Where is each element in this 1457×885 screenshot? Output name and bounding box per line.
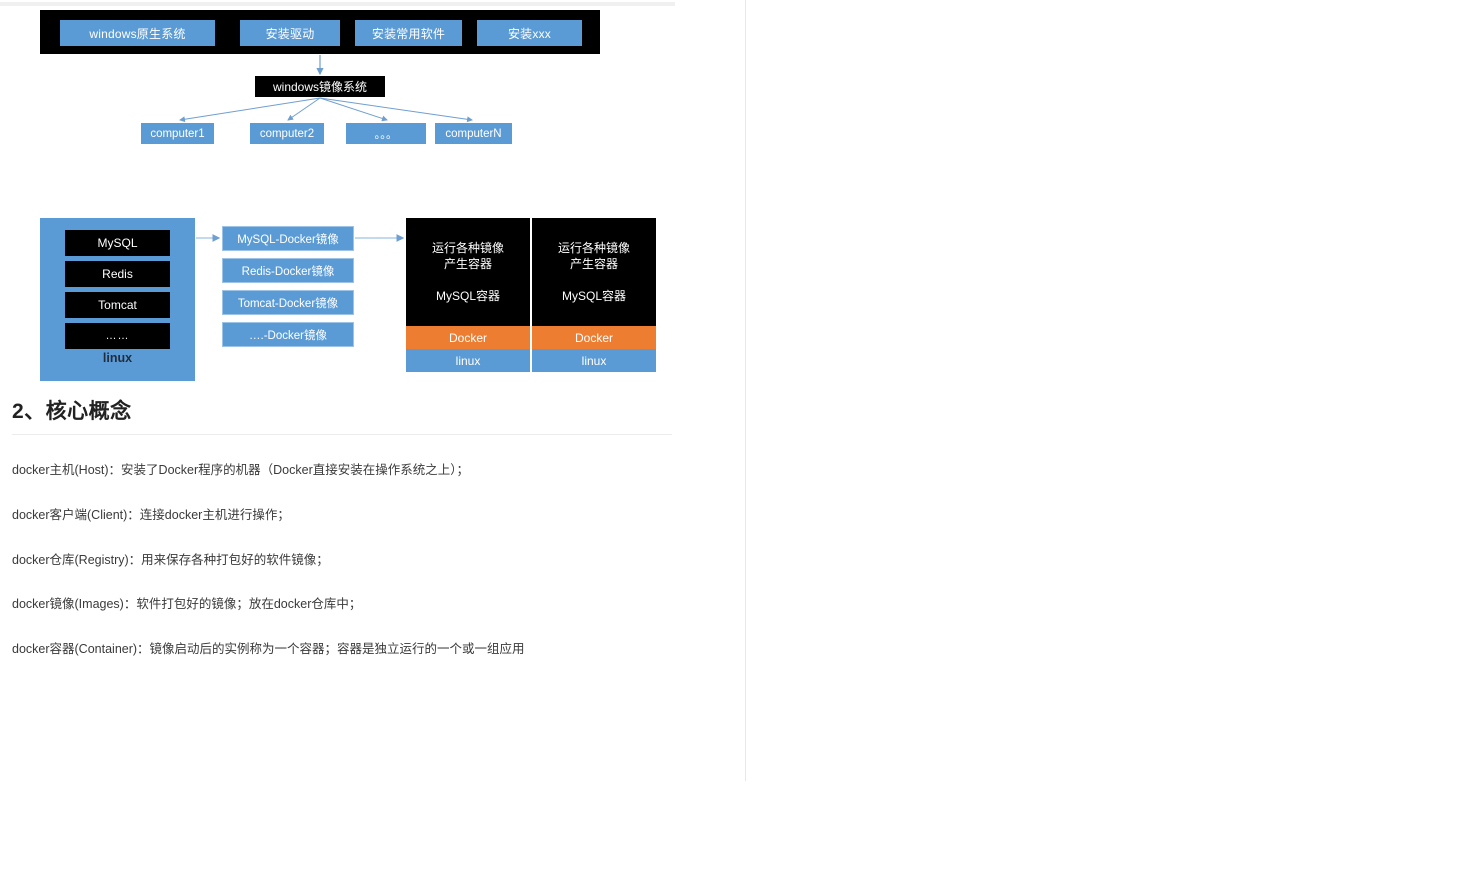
step-box-install-xxx: 安装xxx xyxy=(477,20,582,46)
host-2-container-label: MySQL容器 xyxy=(561,289,626,303)
left-column: windows原生系统 安装驱动 安装常用软件 安装xxx windows镜像系… xyxy=(0,0,728,781)
host-1-runtime-area: 运行各种镜像 产生容器 MySQL容器 xyxy=(406,218,530,326)
software-box-ellipsis: …… xyxy=(65,323,170,349)
computer-box-2: computer2 xyxy=(250,123,324,144)
concept-images: docker镜像(Images)：软件打包好的镜像；放在docker仓库中； xyxy=(12,597,362,612)
core-concepts-divider xyxy=(12,434,672,435)
concept-registry: docker仓库(Registry)：用来保存各种打包好的软件镜像； xyxy=(12,552,329,567)
computer-box-1: computer1 xyxy=(141,123,214,144)
core-concepts-heading: 2、核心概念 xyxy=(12,400,132,423)
step-box-install-common-software: 安装常用软件 xyxy=(355,20,462,46)
host-1-docker-layer: Docker xyxy=(406,326,530,349)
docker-host-stack-2: 运行各种镜像 产生容器 MySQL容器 Docker linux xyxy=(532,218,656,372)
docker-image-tomcat: Tomcat-Docker镜像 xyxy=(222,290,354,315)
host-2-runtime-area: 运行各种镜像 产生容器 MySQL容器 xyxy=(532,218,656,326)
computer-box-ellipsis: 。。。 xyxy=(346,123,426,144)
host-1-os-layer: linux xyxy=(406,349,530,372)
software-box-redis: Redis xyxy=(65,261,170,287)
host-2-title-line1: 运行各种镜像 xyxy=(557,241,630,255)
docker-image-redis: Redis-Docker镜像 xyxy=(222,258,354,283)
host-2-os-layer: linux xyxy=(532,349,656,372)
software-box-tomcat: Tomcat xyxy=(65,292,170,318)
step-box-install-driver: 安装驱动 xyxy=(240,20,340,46)
concept-client: docker客户端(Client)：连接docker主机进行操作； xyxy=(12,507,290,522)
host-1-title-line1: 运行各种镜像 xyxy=(431,241,504,255)
docker-image-mysql: MySQL-Docker镜像 xyxy=(222,226,354,251)
right-column: Clients Hosts Registries local host daem… xyxy=(745,0,1457,781)
docker-stack-diagram: MySQL Redis Tomcat …… linux MySQL-Docker… xyxy=(0,210,675,381)
windows-image-diagram: windows原生系统 安装驱动 安装常用软件 安装xxx windows镜像系… xyxy=(0,6,675,166)
concept-container: docker容器(Container)：镜像启动后的实例称为一个容器；容器是独立… xyxy=(12,642,525,656)
software-box-mysql: MySQL xyxy=(65,230,170,256)
docker-image-other: ….-Docker镜像 xyxy=(222,322,354,347)
step-box-windows-original: windows原生系统 xyxy=(60,20,215,46)
linux-panel-label: linux xyxy=(102,351,133,365)
windows-mirror-system-box: windows镜像系统 xyxy=(255,76,385,97)
host-2-docker-layer: Docker xyxy=(532,326,656,349)
concept-host: docker主机(Host)：安装了Docker程序的机器（Docker直接安装… xyxy=(12,463,469,477)
linux-host-panel: MySQL Redis Tomcat …… linux xyxy=(40,218,195,381)
docker-host-stack-1: 运行各种镜像 产生容器 MySQL容器 Docker linux xyxy=(406,218,530,372)
core-concepts-section: 2、核心概念 docker主机(Host)：安装了Docker程序的机器（Doc… xyxy=(12,395,672,659)
host-1-container-label: MySQL容器 xyxy=(435,289,500,303)
host-1-title-line2: 产生容器 xyxy=(443,257,492,271)
page-root: windows原生系统 安装驱动 安装常用软件 安装xxx windows镜像系… xyxy=(0,0,1457,781)
computer-box-n: computerN xyxy=(435,123,512,144)
host-2-title-line2: 产生容器 xyxy=(569,257,618,271)
